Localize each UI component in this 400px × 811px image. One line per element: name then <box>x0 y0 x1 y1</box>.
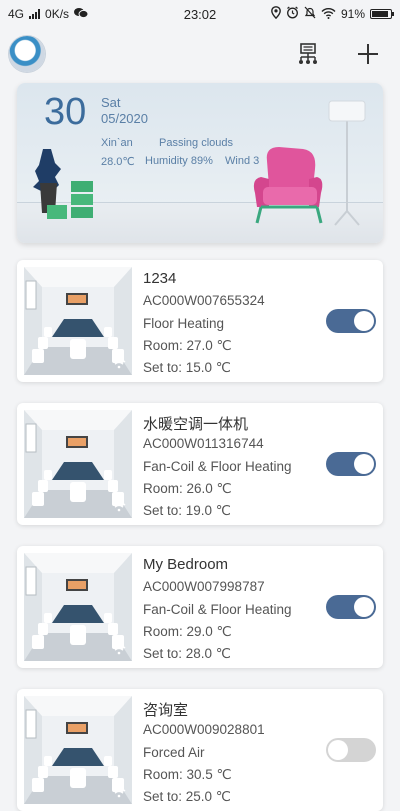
chat-icon <box>74 7 89 22</box>
set-temperature: Set to: 25.0 ℃ <box>143 789 231 804</box>
device-type: Forced Air <box>143 745 205 760</box>
device-card[interactable]: 1234 AC000W007655324 Floor Heating Room:… <box>17 260 383 382</box>
device-type: Fan-Coil & Floor Heating <box>143 602 292 617</box>
location-icon <box>271 6 281 22</box>
app-header <box>0 30 400 78</box>
battery-icon <box>370 9 394 19</box>
battery-percent: 91% <box>340 7 365 21</box>
weather-condition: Passing clouds <box>159 137 233 149</box>
toggle-knob <box>328 740 348 760</box>
robot-avatar-icon[interactable] <box>9 36 45 72</box>
weather-day: 30 <box>44 91 87 133</box>
device-card[interactable]: My Bedroom AC000W007998787 Fan-Coil & Fl… <box>17 546 383 668</box>
device-name: My Bedroom <box>143 556 229 573</box>
weather-weekday: Sat <box>101 95 121 110</box>
device-type: Floor Heating <box>143 316 225 331</box>
weather-date: 05/2020 <box>101 111 148 126</box>
toggle-knob <box>354 454 374 474</box>
weather-humidity: Humidity 89% <box>145 155 213 167</box>
power-toggle[interactable] <box>326 452 376 476</box>
wifi-icon <box>112 787 126 798</box>
status-left: 4G 0K/s <box>8 7 89 22</box>
network-type: 4G <box>8 7 25 21</box>
plus-icon[interactable] <box>354 40 382 68</box>
power-toggle[interactable] <box>326 595 376 619</box>
set-temperature: Set to: 28.0 ℃ <box>143 646 231 661</box>
status-right: 91% <box>271 6 394 22</box>
room-thumbnail <box>24 696 132 804</box>
device-code: AC000W009028801 <box>143 722 265 737</box>
wifi-status-icon <box>321 7 336 22</box>
weather-wind: Wind 3 <box>225 155 260 167</box>
signal-icon <box>29 9 41 19</box>
mute-icon <box>304 6 316 22</box>
toggle-knob <box>354 597 374 617</box>
wifi-icon <box>112 358 126 369</box>
weather-card: 30 Sat 05/2020 Xinˋan Passing clouds 28.… <box>17 83 383 243</box>
device-code: AC000W007655324 <box>143 293 265 308</box>
device-name: 水暖空调一体机 <box>143 416 249 433</box>
status-bar: 4G 0K/s 23:02 91% <box>0 0 400 28</box>
room-temperature: Room: 26.0 ℃ <box>143 481 232 496</box>
device-name: 1234 <box>143 270 177 287</box>
room-thumbnail <box>24 410 132 518</box>
weather-city: Xinˋan <box>101 137 133 149</box>
device-code: AC000W011316744 <box>143 436 264 451</box>
room-temperature: Room: 29.0 ℃ <box>143 624 232 639</box>
set-temperature: Set to: 19.0 ℃ <box>143 503 231 518</box>
device-type: Fan-Coil & Floor Heating <box>143 459 292 474</box>
device-network-icon[interactable] <box>294 40 322 68</box>
device-card[interactable]: 咨询室 AC000W009028801 Forced Air Room: 30.… <box>17 689 383 811</box>
room-thumbnail <box>24 267 132 375</box>
weather-temperature: 28.0℃ <box>101 156 135 168</box>
device-card[interactable]: 水暖空调一体机 AC000W011316744 Fan-Coil & Floor… <box>17 403 383 525</box>
set-temperature: Set to: 15.0 ℃ <box>143 360 231 375</box>
power-toggle[interactable] <box>326 309 376 333</box>
room-temperature: Room: 27.0 ℃ <box>143 338 232 353</box>
network-speed: 0K/s <box>45 7 70 21</box>
room-temperature: Room: 30.5 ℃ <box>143 767 232 782</box>
room-thumbnail <box>24 553 132 661</box>
device-name: 咨询室 <box>143 702 189 719</box>
alarm-icon <box>286 6 299 22</box>
device-code: AC000W007998787 <box>143 579 265 594</box>
wifi-icon <box>112 501 126 512</box>
power-toggle[interactable] <box>326 738 376 762</box>
toggle-knob <box>354 311 374 331</box>
wifi-icon <box>112 644 126 655</box>
